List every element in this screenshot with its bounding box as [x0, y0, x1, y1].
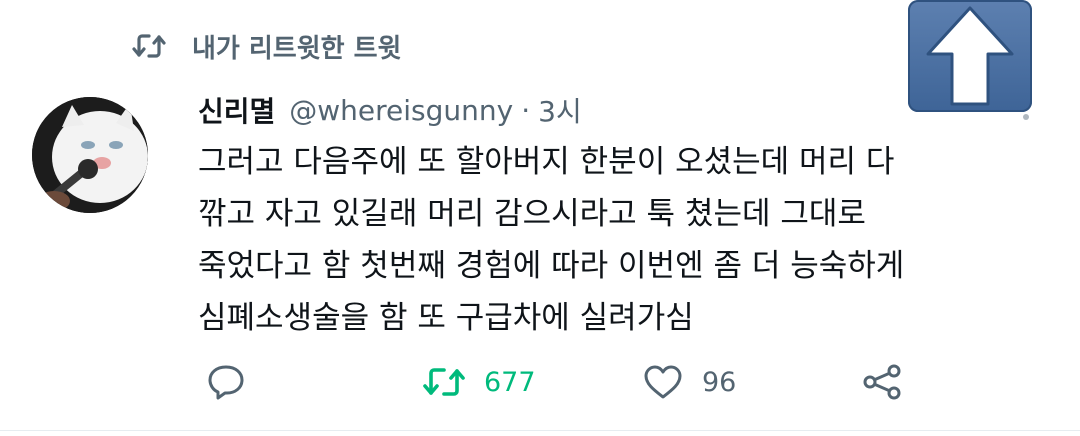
retweet-header[interactable]: 내가 리트윗한 트윗: [132, 26, 401, 66]
display-name[interactable]: 신리멸: [198, 90, 275, 130]
retweet-count: 677: [484, 366, 536, 398]
avatar[interactable]: [32, 97, 148, 213]
upvote-overlay: [908, 0, 1032, 112]
divider: [0, 430, 1080, 431]
tweet-text: 그러고 다음주에 또 할아버지 한분이 오셨는데 머리 다 깎고 자고 있길래 …: [198, 136, 1028, 344]
user-handle[interactable]: @whereisgunny: [289, 94, 513, 127]
avatar-cat-image: [32, 97, 148, 213]
heart-icon: [644, 365, 682, 399]
share-icon: [863, 364, 901, 400]
retweet-header-label: 내가 리트윗한 트윗: [192, 33, 402, 64]
separator-dot: ·: [521, 93, 531, 127]
tweet-actions: 677 96: [0, 362, 1080, 402]
share-button[interactable]: [860, 362, 904, 402]
tweet-text-line: 그러고 다음주에 또 할아버지 한분이 오셨는데 머리 다: [198, 144, 895, 180]
upvote-arrow-icon: [926, 6, 1014, 106]
like-button[interactable]: 96: [642, 362, 736, 402]
tweet-header: 신리멸 @whereisgunny · 3시: [198, 90, 582, 130]
dot-indicator: [1023, 114, 1029, 120]
tweet-text-line: 심폐소생술을 함 또 구급차에 실려가심: [198, 300, 694, 336]
reply-button[interactable]: [206, 362, 246, 402]
tweet-text-line: 죽었다고 함 첫번째 경험에 따라 이번엔 좀 더 능숙하게: [198, 248, 905, 284]
like-count: 96: [702, 366, 737, 398]
reply-icon: [208, 365, 244, 400]
tweet-text-line: 깎고 자고 있길래 머리 감으시라고 툭 쳤는데 그대로: [198, 196, 866, 232]
retweet-icon: [423, 368, 465, 396]
retweet-button[interactable]: 677: [422, 362, 536, 402]
retweet-icon: [132, 34, 166, 58]
timestamp[interactable]: 3시: [538, 90, 582, 130]
